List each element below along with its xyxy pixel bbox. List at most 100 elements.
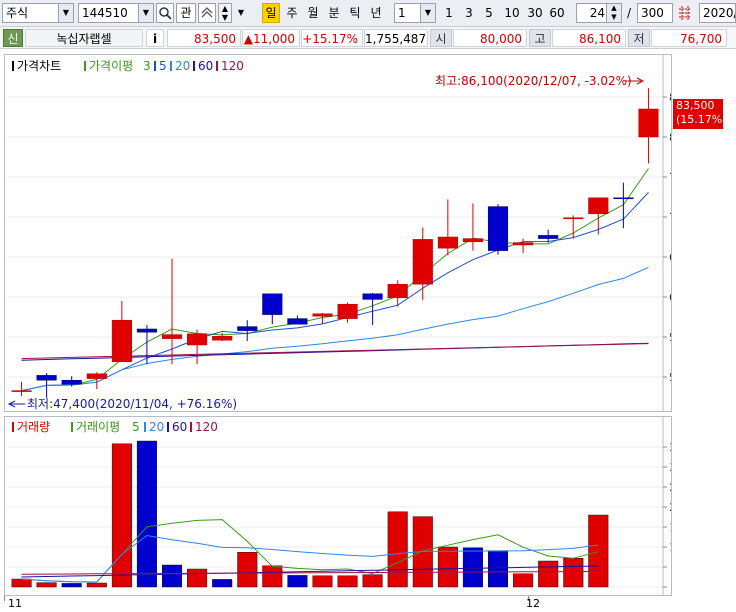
- price-ma-title: 가격이평: [89, 59, 133, 73]
- volume-value: 1,755,487: [364, 29, 428, 47]
- price-ma-120-label: 120: [221, 59, 244, 73]
- quick-interval-3[interactable]: 3: [461, 3, 477, 23]
- volume-ma-5-label: 5: [132, 420, 140, 434]
- settings-icon[interactable]: [675, 3, 695, 23]
- date-value: 2020/: [703, 6, 736, 20]
- count-value: 24: [589, 6, 605, 20]
- quick-interval-1[interactable]: 1: [441, 3, 457, 23]
- candle-body: [588, 197, 609, 215]
- current-rate-tag-value: (15.17%): [676, 113, 727, 126]
- period-tick-button[interactable]: 틱: [346, 3, 364, 23]
- candle-body: [337, 303, 358, 319]
- period-month-button[interactable]: 월: [304, 3, 322, 23]
- legend-ma60-marker: [193, 61, 195, 71]
- price-tick-label: 65,000: [669, 251, 671, 264]
- volume-y-axis: 3,500K3,000K2,500K2,000K1,500K1,000K500K…: [662, 417, 709, 595]
- volume-bar: [86, 582, 107, 588]
- candle-body: [462, 238, 483, 243]
- code-input[interactable]: 144510 ▼: [78, 3, 154, 23]
- quick-interval-5[interactable]: 5: [481, 3, 497, 23]
- volume-bar: [588, 514, 609, 588]
- total-input[interactable]: 300: [637, 3, 673, 23]
- high-annotation: 최고:86,100(2020/12/07, -3.02%): [435, 74, 645, 88]
- price-tick-label: 50,000: [669, 371, 671, 384]
- info-icon[interactable]: i: [146, 29, 164, 47]
- quick-interval-30[interactable]: 30: [524, 3, 546, 23]
- volume-bar: [462, 547, 483, 588]
- candle-body: [161, 334, 183, 339]
- date-input[interactable]: 2020/: [699, 3, 736, 23]
- volume-bar: [136, 440, 157, 588]
- price-ma-20-label: 20: [175, 59, 190, 73]
- candle-body: [437, 236, 458, 249]
- market-select[interactable]: 주식 ▼: [2, 3, 74, 23]
- count-input[interactable]: 24 ▲ ▼: [576, 3, 622, 23]
- volume-chart[interactable]: 거래량 거래이평 5 20 60 120 3,500K 3,000K 2,500K 2…: [5, 417, 709, 595]
- price-chart-panel: 가격차트 가격이평 3 5 20 60 120 85,000 80,000 75,0…: [4, 54, 708, 412]
- total-value: 300: [641, 6, 664, 20]
- volume-chart-title: 거래량: [17, 420, 50, 434]
- search-button[interactable]: [156, 3, 174, 23]
- volume-tick-label: 1,000K: [669, 541, 671, 554]
- volume-ma-120-label: 120: [195, 420, 218, 434]
- price-tick-label: 70,000: [669, 211, 671, 224]
- count-spinner-icon[interactable]: ▲ ▼: [606, 4, 621, 22]
- interval-select[interactable]: 1 ▼: [394, 3, 436, 23]
- chevron-down-icon[interactable]: ▼: [58, 4, 73, 22]
- price-tick-label: 55,000: [669, 331, 671, 344]
- price-tick-label: 60,000: [669, 291, 671, 304]
- candle-body: [111, 319, 132, 363]
- candle-body: [312, 313, 333, 317]
- period-minute-button[interactable]: 분: [325, 3, 343, 23]
- stock-name: 녹십자랩셀: [25, 29, 143, 47]
- x-label-12: 12: [526, 597, 540, 610]
- candle-body: [638, 108, 659, 138]
- low-price: 76,700: [651, 29, 727, 47]
- price-tick-label: 75,000: [669, 171, 671, 184]
- price-chart-title: 가격차트: [17, 59, 61, 73]
- price-legend: 가격차트 가격이평 3 5 20 60 120: [12, 59, 244, 73]
- candle-body: [287, 318, 308, 325]
- open-label: 시: [430, 29, 452, 47]
- legend-ma5-marker: [154, 61, 156, 71]
- volume-bar: [387, 511, 408, 588]
- grid-settings-icon: [679, 6, 691, 20]
- quick-interval-60[interactable]: 60: [546, 3, 568, 23]
- volume-ma-20-label: 20: [149, 420, 164, 434]
- period-day-button[interactable]: 일: [262, 3, 280, 23]
- volume-bar: [237, 551, 258, 588]
- candle-body: [187, 333, 208, 346]
- price-chart[interactable]: 가격차트 가격이평 3 5 20 60 120 85,000 80,000 75,0…: [5, 55, 708, 411]
- related-button[interactable]: 관: [176, 3, 196, 23]
- count-separator: /: [626, 6, 632, 20]
- candle-body: [412, 239, 433, 285]
- volume-bar: [262, 565, 283, 588]
- candle-body: [538, 235, 559, 239]
- quick-interval-10[interactable]: 10: [501, 3, 523, 23]
- volume-bar: [187, 568, 208, 588]
- market-select-value: 주식: [6, 6, 29, 20]
- x-tick-11: [4, 596, 5, 601]
- volume-bar: [161, 564, 182, 588]
- period-year-button[interactable]: 년: [367, 3, 385, 23]
- candle-body: [136, 328, 157, 333]
- volume-bar: [513, 573, 534, 588]
- list-icon[interactable]: [198, 3, 216, 23]
- volume-bar: [36, 582, 57, 588]
- up-down-spinner[interactable]: ▲ ▼: [218, 3, 232, 23]
- interval-chevron-icon[interactable]: ▼: [420, 4, 435, 22]
- legend-marker: [12, 61, 14, 71]
- code-dropdown-chevron-icon[interactable]: ▼: [138, 4, 153, 22]
- period-week-button[interactable]: 주: [283, 3, 301, 23]
- candle-body: [387, 283, 408, 299]
- volume-ma-60-label: 60: [172, 420, 187, 434]
- price-ma-60-label: 60: [198, 59, 213, 73]
- volume-bar: [362, 574, 383, 588]
- more-dropdown-icon[interactable]: ▼: [234, 3, 248, 23]
- volume-moving-averages: [21, 519, 599, 583]
- volume-tick-label: 2,500K: [669, 481, 671, 494]
- current-price: 83,500: [167, 29, 241, 47]
- volume-tick-label: 1,500K: [669, 521, 671, 534]
- price-ma-5-label: 5: [159, 59, 167, 73]
- volume-bar: [488, 550, 509, 588]
